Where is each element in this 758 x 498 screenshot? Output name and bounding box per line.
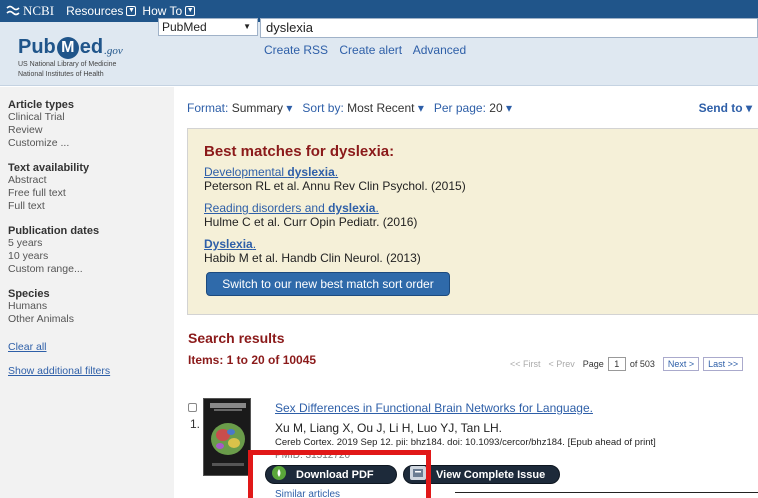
logo-gov: .gov bbox=[104, 44, 123, 57]
brain-image-icon bbox=[204, 399, 250, 475]
create-alert-link[interactable]: Create alert bbox=[339, 43, 402, 57]
per-page-label: Per page: bbox=[433, 101, 486, 115]
divider-line bbox=[455, 492, 758, 493]
send-to-label: Send to bbox=[698, 101, 743, 115]
create-rss-link[interactable]: Create RSS bbox=[264, 43, 328, 57]
chevron-down-icon: ▾ bbox=[505, 101, 512, 115]
journal-cover-thumbnail[interactable] bbox=[203, 398, 251, 476]
result-number: 1. bbox=[190, 417, 201, 431]
resources-menu[interactable]: Resources ▼ bbox=[66, 4, 137, 18]
title-keyword: dyslexia bbox=[287, 165, 335, 179]
filter-other-animals[interactable]: Other Animals bbox=[8, 313, 174, 326]
best-match-title[interactable]: Dyslexia. bbox=[204, 237, 466, 251]
chevron-down-icon: ▾ bbox=[286, 101, 293, 115]
dropdown-arrow-icon: ▼ bbox=[243, 22, 251, 31]
result-citation: Cereb Cortex. 2019 Sep 12. pii: bhz184. … bbox=[275, 437, 656, 448]
per-page-control[interactable]: Per page: 20 ▾ bbox=[434, 101, 512, 115]
filter-free-full-text[interactable]: Free full text bbox=[8, 187, 174, 200]
filter-custom-range[interactable]: Custom range... bbox=[8, 263, 174, 276]
species-heading: Species bbox=[8, 288, 50, 300]
best-match-authors: Peterson RL et al. Annu Rev Clin Psychol… bbox=[204, 179, 466, 193]
how-to-label: How To bbox=[142, 4, 183, 18]
logo-pub: Pub bbox=[18, 36, 56, 58]
best-match-title[interactable]: Developmental dyslexia. bbox=[204, 165, 466, 179]
how-to-menu[interactable]: How To ▼ bbox=[142, 4, 196, 18]
filter-full-text[interactable]: Full text bbox=[8, 200, 174, 213]
format-control[interactable]: Format: Summary ▾ bbox=[187, 101, 292, 115]
best-matches-heading: Best matches for dyslexia: bbox=[204, 143, 395, 160]
database-select-value: PubMed bbox=[162, 20, 207, 34]
chevron-down-icon: ▾ bbox=[745, 101, 752, 115]
title-text: Reading disorders and bbox=[204, 201, 329, 215]
chevron-down-icon: ▾ bbox=[417, 101, 424, 115]
text-availability-heading: Text availability bbox=[8, 162, 90, 174]
pubmed-logo[interactable]: Pub Med .gov US National Library of Medici… bbox=[18, 36, 123, 79]
best-match-title[interactable]: Reading disorders and dyslexia. bbox=[204, 201, 466, 215]
filter-humans[interactable]: Humans bbox=[8, 300, 174, 313]
highlight-annotation-box bbox=[248, 450, 431, 498]
filter-abstract[interactable]: Abstract bbox=[8, 174, 174, 187]
sort-control[interactable]: Sort by: Most Recent ▾ bbox=[302, 101, 423, 115]
ncbi-logo-icon bbox=[6, 5, 20, 16]
chevron-down-icon: ▼ bbox=[126, 6, 137, 16]
best-match-authors: Habib M et al. Handb Clin Neurol. (2013) bbox=[204, 251, 421, 265]
clear-all-link[interactable]: Clear all bbox=[8, 340, 174, 354]
filter-review[interactable]: Review bbox=[8, 124, 174, 137]
title-keyword: dyslexia bbox=[328, 201, 376, 215]
page-total: of 503 bbox=[629, 359, 655, 369]
search-input[interactable]: dyslexia bbox=[260, 18, 758, 38]
pagination: << First < Prev Page 1 of 503 Next > Las… bbox=[510, 357, 744, 371]
view-complete-issue-label: View Complete Issue bbox=[436, 468, 546, 481]
page-number-input[interactable]: 1 bbox=[607, 357, 626, 371]
article-types-heading: Article types bbox=[8, 99, 75, 111]
filter-10-years[interactable]: 10 years bbox=[8, 250, 174, 263]
logo-sub-2: National Institutes of Health bbox=[18, 71, 104, 78]
title-text: . bbox=[252, 237, 257, 251]
switch-sort-order-button[interactable]: Switch to our new best match sort order bbox=[206, 272, 450, 296]
send-to-button[interactable]: Send to ▾ bbox=[699, 101, 752, 115]
show-additional-filters-link[interactable]: Show additional filters bbox=[8, 364, 174, 378]
chevron-down-icon: ▼ bbox=[185, 6, 196, 16]
search-links: Create RSS Create alert Advanced bbox=[264, 43, 474, 57]
resources-label: Resources bbox=[66, 4, 124, 18]
last-page-button[interactable]: Last >> bbox=[703, 357, 744, 371]
title-text: Developmental bbox=[204, 165, 288, 179]
logo-m: M bbox=[56, 36, 79, 59]
ncbi-logo[interactable]: NCBI bbox=[6, 3, 54, 19]
best-match-authors: Hulme C et al. Curr Opin Pediatr. (2016) bbox=[204, 215, 418, 229]
filter-clinical-trial[interactable]: Clinical Trial bbox=[8, 111, 174, 124]
sort-value: Most Recent bbox=[347, 101, 415, 115]
advanced-link[interactable]: Advanced bbox=[413, 43, 466, 57]
logo-ed: ed bbox=[79, 36, 104, 58]
database-select[interactable]: PubMed ▼ bbox=[158, 18, 258, 36]
filter-customize[interactable]: Customize ... bbox=[8, 137, 174, 150]
result-checkbox[interactable] bbox=[188, 403, 197, 412]
format-value: Summary bbox=[231, 101, 284, 115]
items-count: Items: 1 to 20 of 10045 bbox=[188, 353, 317, 367]
search-input-value: dyslexia bbox=[266, 20, 313, 35]
per-page-value: 20 bbox=[489, 101, 503, 115]
title-keyword: Dyslexia bbox=[204, 237, 253, 251]
sort-label: Sort by: bbox=[302, 101, 344, 115]
ncbi-brand: NCBI bbox=[23, 3, 55, 18]
format-label: Format: bbox=[187, 101, 229, 115]
page-label: Page bbox=[582, 359, 604, 369]
result-authors: Xu M, Liang X, Ou J, Li H, Luo YJ, Tan L… bbox=[275, 421, 503, 435]
format-bar: Format: Summary ▾ Sort by: Most Recent ▾… bbox=[187, 101, 758, 115]
prev-page-link[interactable]: < Prev bbox=[549, 359, 575, 369]
result-title-link[interactable]: Sex Differences in Functional Brain Netw… bbox=[275, 401, 593, 415]
title-text: . bbox=[375, 201, 379, 215]
logo-sub-1: US National Library of Medicine bbox=[18, 61, 117, 68]
next-page-button[interactable]: Next > bbox=[662, 357, 700, 371]
filter-5-years[interactable]: 5 years bbox=[8, 237, 174, 250]
search-results-heading: Search results bbox=[188, 330, 285, 346]
title-text: . bbox=[334, 165, 339, 179]
filter-sidebar: Article types Clinical Trial Review Cust… bbox=[0, 87, 174, 498]
publication-dates-heading: Publication dates bbox=[8, 225, 100, 237]
first-page-link[interactable]: << First bbox=[510, 359, 541, 369]
